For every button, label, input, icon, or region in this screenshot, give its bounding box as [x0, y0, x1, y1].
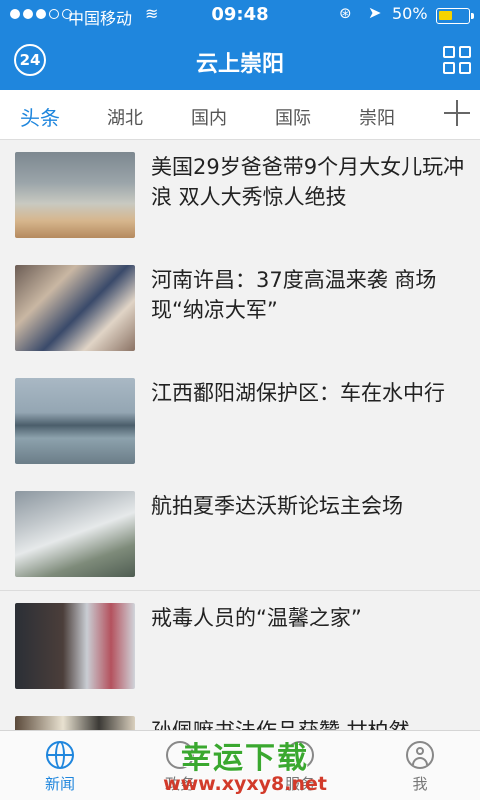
rotation-lock-icon: ⊛ [339, 4, 352, 22]
grid-cell [459, 46, 471, 58]
download-site-watermark: 幸运下载 www.xyxy8.net [160, 733, 330, 795]
news-headline: 河南许昌：37度高温来袭 商场现“纳凉大军” [151, 268, 437, 322]
grid-cell [443, 62, 455, 74]
news-thumbnail [15, 152, 135, 238]
nav-news[interactable]: 新闻 [20, 741, 100, 794]
news-headline: 江西鄱阳湖保护区：车在水中行 [151, 381, 445, 405]
nav-news-label: 新闻 [44, 775, 75, 793]
status-bar: 中国移动 ≋ 09:48 ⊛ ➤ 50% [0, 0, 480, 30]
tab-chongyang[interactable]: 崇阳 [359, 104, 395, 130]
location-arrow-icon: ➤ [368, 3, 382, 22]
news-item[interactable]: 河南许昌：37度高温来袭 商场现“纳凉大军” [0, 253, 480, 367]
news-item[interactable]: 航拍夏季达沃斯论坛主会场 [0, 479, 480, 591]
battery-fill [439, 11, 452, 20]
news-thumbnail [15, 265, 135, 351]
nav-me-label: 我 [412, 775, 428, 793]
category-tabs: 头条 湖北 国内 国际 崇阳 [0, 90, 480, 140]
news-item[interactable]: 美国29岁爸爸带9个月大女儿玩冲浪 双人大秀惊人绝技 [0, 140, 480, 254]
news-thumbnail [15, 716, 135, 730]
tab-international[interactable]: 国际 [275, 104, 311, 130]
battery-tip [471, 13, 474, 19]
battery-percent: 50% [392, 4, 428, 23]
grid-cell [459, 62, 471, 74]
tab-headlines[interactable]: 头条 [20, 102, 60, 131]
grid-cell [443, 46, 455, 58]
news-item[interactable]: 戒毒人员的“温馨之家” [0, 591, 480, 705]
news-thumbnail [15, 491, 135, 577]
news-item[interactable]: 江西鄱阳湖保护区：车在水中行 [0, 366, 480, 480]
top-bar: 中国移动 ≋ 09:48 ⊛ ➤ 50% 24 云上崇阳 [0, 0, 480, 90]
nav-me[interactable]: 我 [380, 741, 460, 794]
grid-menu-icon[interactable] [443, 46, 471, 74]
person-icon [406, 741, 434, 769]
news-thumbnail [15, 378, 135, 464]
news-headline: 美国29岁爸爸带9个月大女儿玩冲浪 双人大秀惊人绝技 [151, 155, 465, 209]
news-headline: 航拍夏季达沃斯论坛主会场 [151, 494, 403, 518]
app-title: 云上崇阳 [195, 52, 284, 77]
tab-domestic[interactable]: 国内 [191, 104, 227, 130]
news-item[interactable]: 孙佩嘛书法作品获赞 甘柏然 [0, 704, 480, 730]
news-headline: 戒毒人员的“温馨之家” [151, 606, 362, 630]
add-tab-plus-icon[interactable] [442, 98, 472, 128]
globe-icon [46, 741, 74, 769]
app-header: 24 云上崇阳 [0, 30, 480, 90]
tab-hubei[interactable]: 湖北 [107, 104, 143, 130]
watermark-url: www.xyxy8.net [163, 773, 327, 795]
news-headline: 孙佩嘛书法作品获赞 甘柏然 [151, 716, 466, 730]
news-thumbnail [15, 603, 135, 689]
battery-icon [436, 8, 474, 24]
news-list: 美国29岁爸爸带9个月大女儿玩冲浪 双人大秀惊人绝技 河南许昌：37度高温来袭 … [0, 140, 480, 730]
watermark-text: 幸运下载 [181, 741, 309, 776]
